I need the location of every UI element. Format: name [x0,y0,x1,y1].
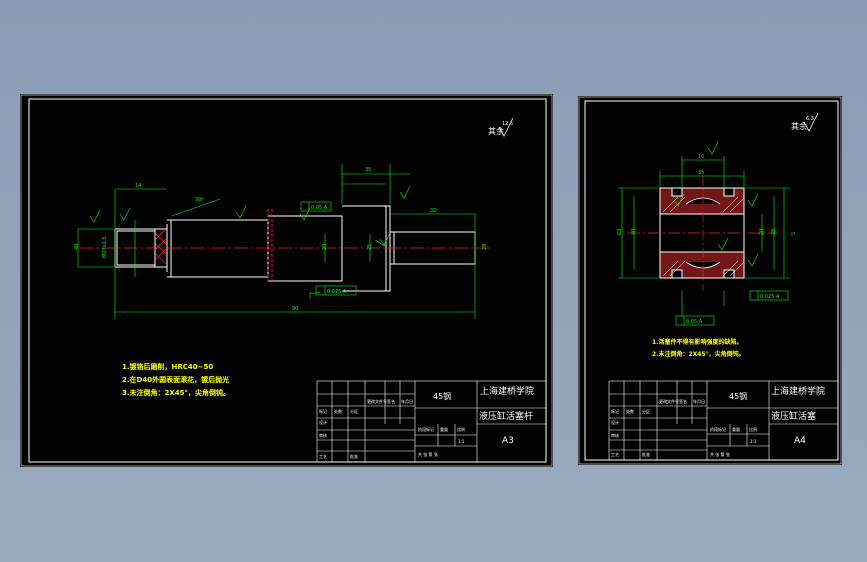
dim-groove: 25 [771,229,777,235]
tb-school: 上海建桥学院 [771,385,825,397]
tolerance-lower: 0.05 A [686,319,703,325]
tb-scale-label: 比例 [749,426,757,432]
tb-row-label-1: 标记 [319,408,327,414]
dim-groove-w: 10 [698,154,704,160]
tb-row-label-2: 处数 [626,408,634,414]
dim-angle: 30° [195,197,204,203]
tb-row-label-5: 签名 [679,398,687,404]
tb-part-name: 液压缸活塞杆 [479,410,533,422]
tb-role-approve: 批准 [642,451,650,457]
dim-outer-dia: 63 [617,229,623,235]
tb-material: 45钢 [433,391,451,401]
tb-role-review: 审核 [319,432,327,438]
dim-length-b: 32 [430,208,436,214]
dim-dia-right: 20 [322,244,328,250]
tb-role-process: 工艺 [611,452,619,457]
tb-weight-label: 重量 [732,426,740,432]
tb-row-label-4: 更改文件号 [659,398,679,404]
dim-bore: 20 [759,229,765,235]
section-lower [659,251,745,279]
rod-outline [114,205,476,292]
tb-row-label-3: 分区 [350,408,358,414]
section-upper [659,187,745,215]
tb-stage-label: 阶段标记 [418,426,434,432]
dim-dia-left-inner: M27x1.5 [102,236,108,258]
tolerance-lower: 0.025 A [327,289,347,295]
tolerance-upper: 0.025 A [760,294,780,300]
tb-row-label-4: 更改文件号 [367,398,387,404]
dim-groove-depth: 5 [791,232,797,235]
sheet-a3: 其余 12.5 90 35 32 14 30° 40 M27x1.5 20 25… [20,94,553,467]
sheet-a4: 其余 6.3 63 40 20 25 35 10 5 0.025 A 0.05 … [578,96,842,465]
tb-row-label-6: 年月日 [693,398,705,404]
tb-role-review: 审核 [611,432,619,438]
tb-part-name: 液压缸活塞 [771,410,816,422]
dim-width: 35 [698,170,704,176]
tb-row-label-2: 处数 [334,408,342,414]
sheet-a3-drawing: 其余 12.5 90 35 32 14 30° 40 M27x1.5 20 25… [20,94,553,467]
tb-role-design: 设计 [319,419,327,425]
tb-scale-value: 1:1 [750,439,757,444]
dim-overall-length: 90 [292,306,298,312]
tb-sheet-size: A3 [502,436,514,446]
tb-sheet-info: 共 张 第 张 [710,451,730,457]
tb-sheet-size: A4 [794,436,806,446]
note-1: 1.镀铬后磨削，HRC40~50 [122,362,213,371]
cad-viewport: 其余 12.5 90 35 32 14 30° 40 M27x1.5 20 25… [0,0,867,562]
tb-weight-label: 重量 [440,426,448,432]
tb-role-process: 工艺 [319,454,327,459]
tb-scale-label: 比例 [457,426,465,432]
tb-material: 45钢 [729,391,747,401]
tb-role-approve: 批准 [350,453,358,459]
break-lines [267,209,273,284]
dim-dia-mid: 25 [367,244,373,250]
tb-role-design: 设计 [611,419,619,425]
knurl-hatch [155,228,167,265]
tolerance-upper: 0.05 A [311,205,328,211]
tb-scale-value: 1:1 [458,439,465,444]
roughness-value: 6.3 [806,116,814,122]
sheet-a4-drawing: 其余 6.3 63 40 20 25 35 10 5 0.025 A 0.05 … [578,96,842,465]
roughness-marks [89,185,411,246]
tb-row-label-5: 签名 [387,398,395,404]
note-3: 3.未注倒角：2X45°，尖角倒钝。 [122,388,230,397]
dim-inner-dia: 40 [631,229,637,235]
tb-sheet-info: 共 张 第 张 [418,451,438,457]
tb-row-label-6: 年月日 [401,398,413,404]
dim-length-a: 35 [365,167,371,173]
tb-row-label-3: 分区 [642,408,650,414]
note-2: 2.在D40外圆表面滚花，镀后抛光 [122,375,229,384]
dim-dia-end: 28 [482,244,488,250]
tb-row-label-1: 标记 [611,408,619,414]
note-1: 1.活塞件不得有影响强度的缺陷。 [652,338,742,346]
dim-length-c: 14 [135,183,141,189]
dim-dia-left: 40 [74,244,80,250]
tb-school: 上海建桥学院 [480,385,534,397]
tb-stage-label: 阶段标记 [710,426,726,432]
note-2: 2.未注倒角：2X45°，尖角倒钝。 [652,350,745,358]
